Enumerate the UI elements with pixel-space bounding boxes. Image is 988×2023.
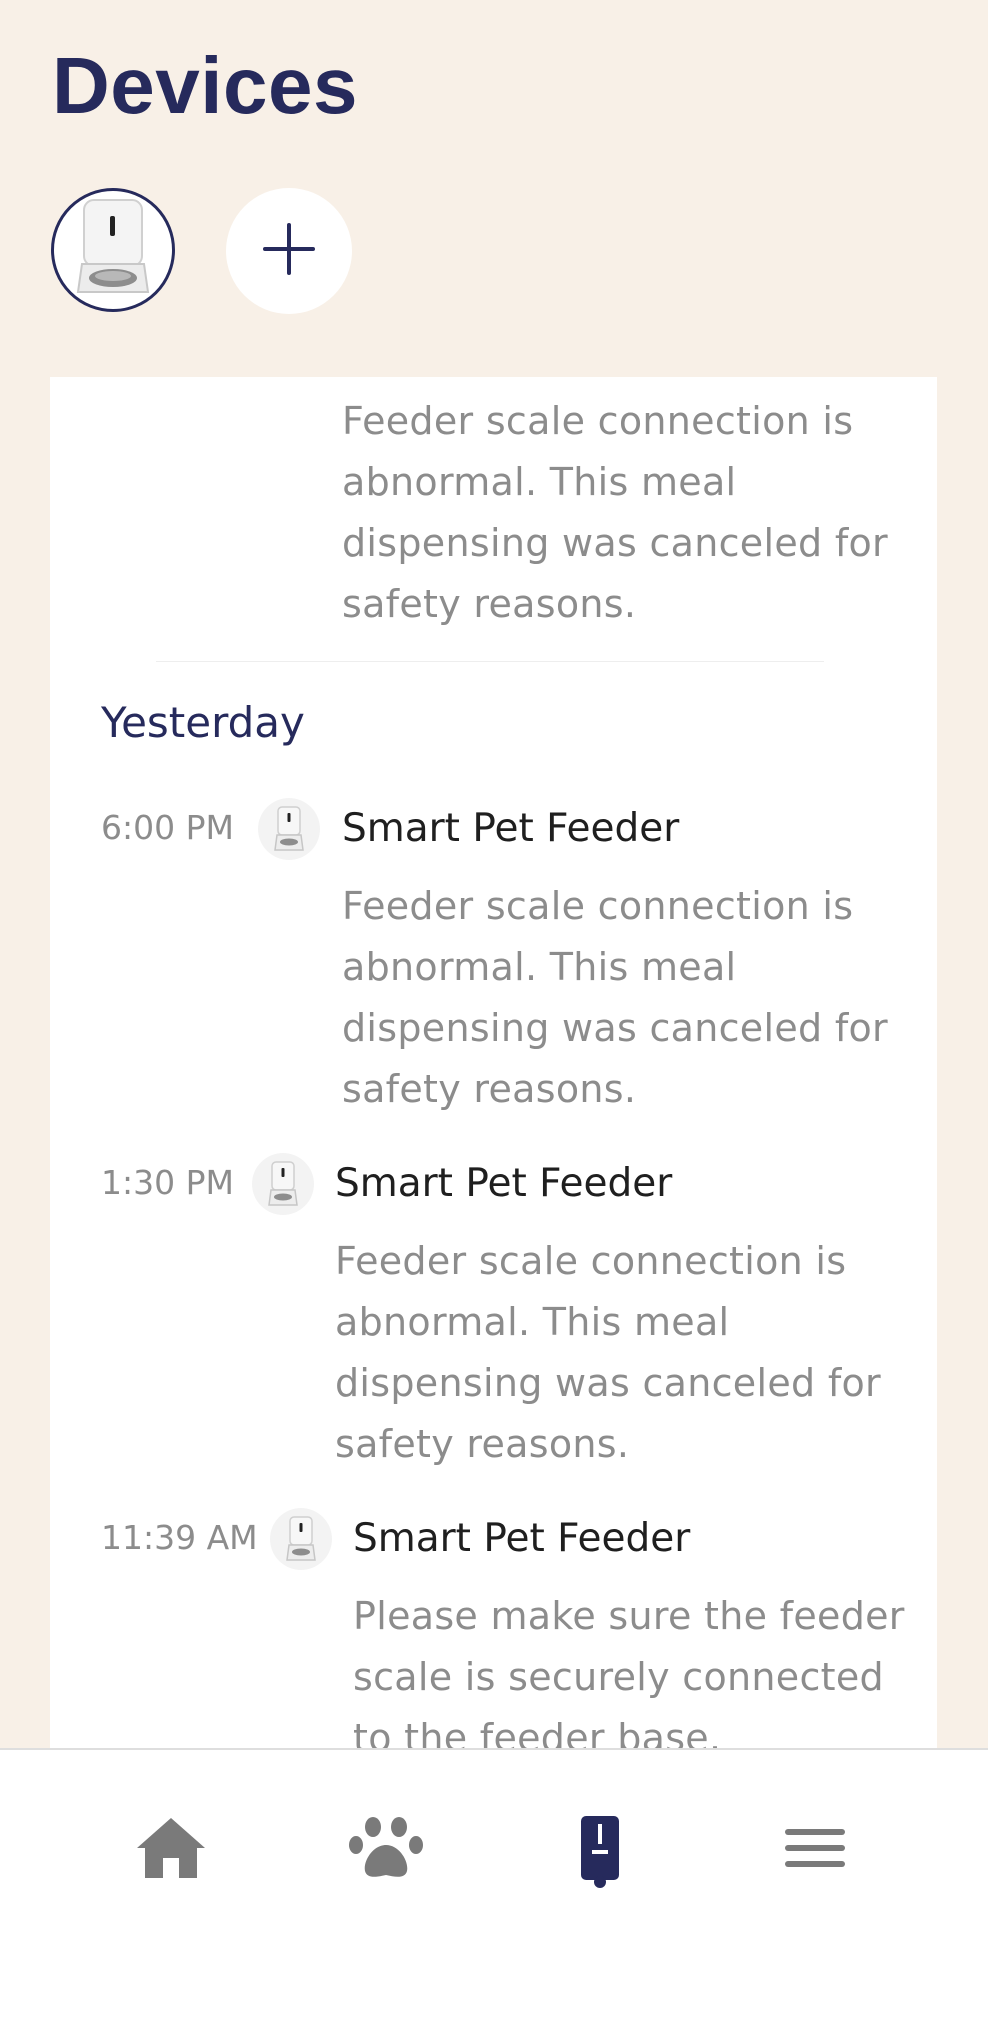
notification-feed[interactable]: Feeder scale connection is abnormal. Thi… (50, 377, 937, 1749)
date-section-label: Yesterday (101, 698, 305, 747)
device-selector-feeder[interactable] (51, 188, 175, 312)
bottom-tab-bar (0, 1748, 988, 2023)
pet-feeder-icon (258, 798, 320, 860)
page-title: Devices (52, 41, 358, 130)
pet-feeder-icon (252, 1153, 314, 1215)
notification-time: 11:39 AM (101, 1518, 258, 1557)
notification-device-name: Smart Pet Feeder (353, 1516, 691, 1561)
pet-feeder-icon (270, 1508, 332, 1570)
device-icon (580, 1815, 620, 1885)
notification-device-name: Smart Pet Feeder (335, 1161, 673, 1206)
notification-message: Feeder scale connection is abnormal. Thi… (342, 399, 888, 626)
menu-icon (783, 1825, 847, 1875)
notification-time: 6:00 PM (101, 808, 234, 847)
divider (156, 661, 824, 662)
notification-device-name: Smart Pet Feeder (342, 806, 680, 851)
tab-home[interactable] (121, 1800, 221, 1900)
notification-message: Please make sure the feeder scale is sec… (353, 1594, 905, 1749)
active-tab-indicator (594, 1876, 606, 1888)
home-icon (134, 1815, 208, 1885)
notification-message: Feeder scale connection is abnormal. Thi… (335, 1239, 881, 1466)
paw-icon (347, 1815, 425, 1885)
pet-feeder-icon (72, 196, 154, 304)
tab-menu[interactable] (765, 1800, 865, 1900)
add-device-button[interactable] (226, 188, 352, 314)
tab-pets[interactable] (336, 1800, 436, 1900)
plus-icon (263, 223, 315, 279)
notification-message: Feeder scale connection is abnormal. Thi… (342, 884, 888, 1111)
notification-time: 1:30 PM (101, 1163, 234, 1202)
